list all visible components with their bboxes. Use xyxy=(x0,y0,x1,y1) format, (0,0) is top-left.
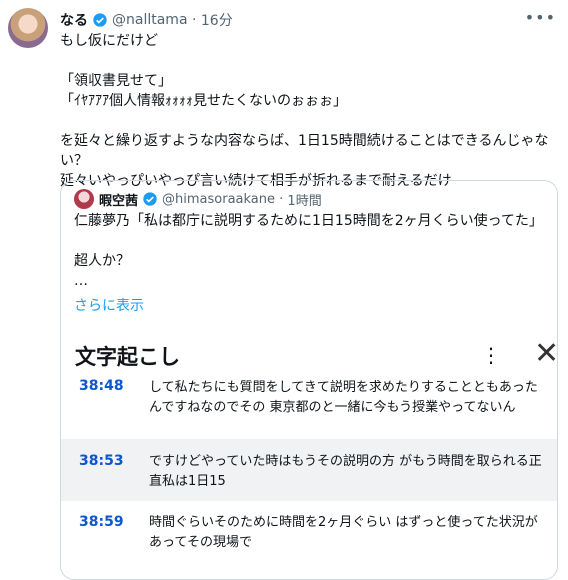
segment-timestamp[interactable]: 38:48 xyxy=(79,378,124,394)
tweet-header: なる @nalltama · 16分 xyxy=(60,10,233,30)
transcript-title: 文字起こし xyxy=(75,345,180,369)
transcript-segment-active[interactable]: 38:53 ですけどやっていた時はもうその説明の方 がもう時間を取られる正直私は… xyxy=(61,439,557,501)
avatar[interactable] xyxy=(8,8,48,48)
author-handle[interactable]: @nalltama xyxy=(112,12,188,28)
segment-text: 時間ぐらいそのために時間を2ヶ月ぐらい はずっと使ってた状況があってその現場で xyxy=(149,515,538,550)
quote-author-name: 暇空茜 xyxy=(99,193,139,209)
verified-badge-icon xyxy=(143,192,157,206)
close-icon[interactable]: ✕ xyxy=(534,339,557,369)
quote-tweet-card[interactable]: 暇空茜 @himasoraakane · 1時間 仁藤夢乃「私は都庁に説明するた… xyxy=(60,180,558,580)
segment-text: して私たちにも質問をしてきて説明を求めたりすることともあったんですねなのでその … xyxy=(149,380,538,415)
segment-timestamp[interactable]: 38:59 xyxy=(79,514,124,530)
transcript-segment[interactable]: 38:48 して私たちにも質問をしてきて説明を求めたりすることともあったんですね… xyxy=(61,377,557,439)
author-name[interactable]: なる xyxy=(60,10,88,30)
quote-header: 暇空茜 @himasoraakane · 1時間 xyxy=(99,189,322,209)
separator-dot: · xyxy=(275,191,288,207)
quote-avatar xyxy=(74,189,94,209)
timestamp[interactable]: 16分 xyxy=(201,10,233,30)
quote-handle: @himasoraakane xyxy=(162,191,276,207)
more-options-icon[interactable]: ••• xyxy=(525,8,556,27)
transcript-segment[interactable]: 38:59 時間ぐらいそのために時間を2ヶ月ぐらい はずっと使ってた状況があって… xyxy=(61,505,557,567)
verified-badge-icon xyxy=(93,13,107,27)
tweet-text: もし仮にだけど 「領収書見せて」 「ｲﾔｱｱｱ個人情報ｫｫｫｫ見せたくないのぉぉ… xyxy=(60,33,549,189)
separator-dot: · xyxy=(187,12,201,28)
kebab-menu-icon[interactable]: ⋮ xyxy=(481,343,501,367)
quote-timestamp: 1時間 xyxy=(287,193,322,209)
show-more-link[interactable]: さらに表示 xyxy=(74,295,144,315)
segment-text: ですけどやっていた時はもうその説明の方 がもう時間を取られる正直私は1日15 xyxy=(149,454,542,489)
quote-text: 仁藤夢乃「私は都庁に説明するために1日15時間を2ヶ月くらい使ってた」 超人か？… xyxy=(74,213,543,289)
segment-timestamp[interactable]: 38:53 xyxy=(79,453,124,469)
